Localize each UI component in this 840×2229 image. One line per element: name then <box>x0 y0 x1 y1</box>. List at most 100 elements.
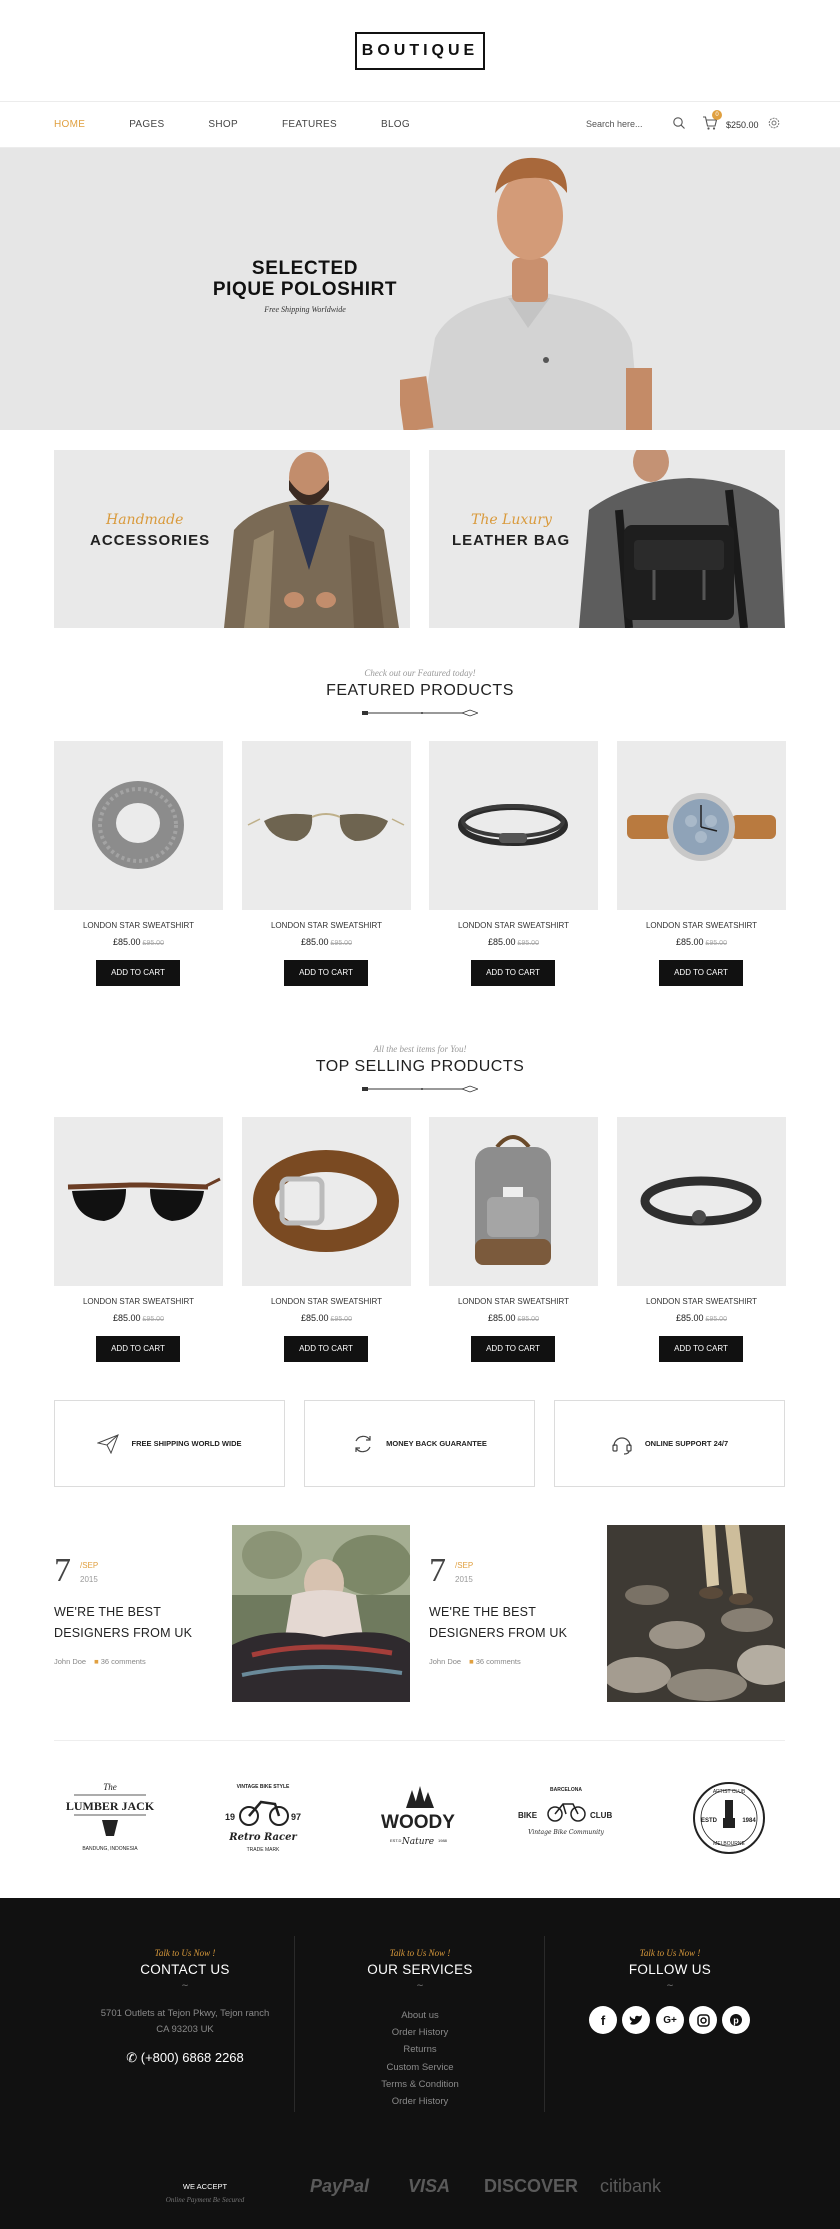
add-to-cart-button[interactable]: ADD TO CART <box>96 960 180 986</box>
brand-retro-name: Retro Racer <box>228 1832 297 1843</box>
product-name[interactable]: LONDON STAR SWEATSHIRT <box>617 1297 786 1306</box>
search-input[interactable]: Search here... <box>586 119 643 129</box>
social-instagram[interactable] <box>689 2006 717 2034</box>
footer-link-order-history-2[interactable]: Order History <box>307 2096 533 2107</box>
brand-retro-bottom: TRADE MARK <box>247 1847 280 1853</box>
nav-item-home[interactable]: HOME <box>54 119 85 130</box>
product-image-scarf[interactable] <box>54 741 223 910</box>
brand-retro-top: VINTAGE BIKE STYLE <box>237 1784 290 1790</box>
hero-title-line-1: SELECTED <box>251 258 359 279</box>
social-pinterest[interactable]: p <box>722 2006 750 2034</box>
add-to-cart-button[interactable]: ADD TO CART <box>659 1336 743 1362</box>
add-to-cart-button[interactable]: ADD TO CART <box>471 960 555 986</box>
blog-image-woman-blanket[interactable] <box>232 1525 410 1702</box>
add-to-cart-button[interactable]: ADD TO CART <box>659 960 743 986</box>
social-facebook[interactable]: f <box>589 2006 617 2034</box>
cart-total[interactable]: $250.00 <box>726 120 759 130</box>
product-price: £85.00 £95.00 <box>617 1313 786 1323</box>
brand-logo-woody[interactable]: WOODY EST.D Nature 1988 <box>370 1778 466 1858</box>
product-image-clubmaster[interactable] <box>54 1117 223 1286</box>
product-image-belt[interactable] <box>242 1117 411 1286</box>
footer-link-terms[interactable]: Terms & Condition <box>307 2079 533 2090</box>
add-to-cart-button[interactable]: ADD TO CART <box>284 1336 368 1362</box>
footer-link-custom-service[interactable]: Custom Service <box>307 2062 533 2073</box>
google-plus-icon: G+ <box>663 2014 677 2026</box>
product-image-aviators[interactable] <box>242 741 411 910</box>
brand-lumber-bottom: BANDUNG, INDONESIA <box>82 1846 138 1852</box>
banner-leather-bag[interactable]: The Luxury LEATHER BAG <box>429 450 785 628</box>
product-image-rope-bracelet[interactable] <box>429 741 598 910</box>
brand-woody-script: Nature <box>401 1837 434 1847</box>
featured-title: FEATURED PRODUCTS <box>326 682 514 699</box>
product-name[interactable]: LONDON STAR SWEATSHIRT <box>242 921 411 930</box>
contact-phone[interactable]: ✆ (+800) 6868 2268 <box>72 2050 298 2066</box>
brand-logo-retro-racer[interactable]: VINTAGE BIKE STYLE 19 97 Retro Racer TRA… <box>215 1778 311 1858</box>
product-name[interactable]: LONDON STAR SWEATSHIRT <box>429 1297 598 1306</box>
add-to-cart-button[interactable]: ADD TO CART <box>284 960 368 986</box>
price-current: £85.00 <box>301 1313 329 1323</box>
facebook-icon: f <box>600 2012 606 2028</box>
brand-bike-script: Vintage Bike Community <box>528 1829 604 1836</box>
brand-logo-artist-club[interactable]: ARTIST CLUB ESTD 1984 MELBOURNE <box>681 1778 777 1858</box>
product-price: £85.00 £95.00 <box>54 937 223 947</box>
nav-item-blog[interactable]: BLOG <box>381 119 410 130</box>
product-price: £85.00 £95.00 <box>242 1313 411 1323</box>
blog-date-year: 2015 <box>455 1575 473 1584</box>
gear-icon[interactable] <box>767 116 781 130</box>
product-name[interactable]: LONDON STAR SWEATSHIRT <box>429 921 598 930</box>
blog-date-month: /SEP <box>80 1561 99 1570</box>
brand-retro-left: 19 <box>225 1812 235 1822</box>
add-to-cart-button[interactable]: ADD TO CART <box>96 1336 180 1362</box>
instagram-icon <box>696 2013 710 2027</box>
product-name[interactable]: LONDON STAR SWEATSHIRT <box>54 1297 223 1306</box>
price-old: £95.00 <box>330 1316 352 1323</box>
feature-label: FREE SHIPPING WORLD WIDE <box>131 1439 242 1448</box>
section-divider-icon <box>362 1085 478 1093</box>
retro-racer-logo: VINTAGE BIKE STYLE 19 97 Retro Racer TRA… <box>225 1784 301 1853</box>
search-icon[interactable] <box>672 116 686 130</box>
banner-accessories[interactable]: Handmade ACCESSORIES <box>54 450 410 628</box>
address-line-1: 5701 Outlets at Tejon Pkwy, Tejon ranch <box>100 2008 270 2019</box>
blog-post-title[interactable]: WE'RE THE BEST DESIGNERS FROM UK <box>54 1602 229 1644</box>
product-image-leather-bracelet[interactable] <box>617 1117 786 1286</box>
payments-label: WE ACCEPT <box>182 2182 228 2191</box>
social-twitter[interactable] <box>622 2006 650 2034</box>
blog-image-rocks-hiker[interactable] <box>607 1525 785 1702</box>
chronograph-watch-image <box>627 793 776 861</box>
hero-banner[interactable]: SELECTED PIQUE POLOSHIRT Free Shipping W… <box>0 148 840 430</box>
product-image-watch[interactable] <box>617 741 786 910</box>
blog-comments[interactable]: 36 comments <box>101 1657 146 1666</box>
social-google-plus[interactable]: G+ <box>656 2006 684 2034</box>
blog-date-day: 7 <box>429 1552 446 1589</box>
footer-link-about[interactable]: About us <box>307 2010 533 2021</box>
nav-item-pages[interactable]: PAGES <box>129 119 164 130</box>
site-logo[interactable]: BOUTIQUE <box>355 32 485 70</box>
blog-author[interactable]: John Doe <box>54 1657 86 1666</box>
product-price: £85.00 £95.00 <box>54 1313 223 1323</box>
brand-logo-bike-club[interactable]: BARCELONA BIKE CLUB Vintage Bike Communi… <box>518 1778 614 1858</box>
add-to-cart-button[interactable]: ADD TO CART <box>471 1336 555 1362</box>
footer-link-order-history[interactable]: Order History <box>307 2027 533 2038</box>
price-current: £85.00 <box>676 1313 704 1323</box>
brands-divider <box>54 1740 785 1741</box>
blog-author[interactable]: John Doe <box>429 1657 461 1666</box>
brand-bike-top: BARCELONA <box>550 1787 582 1793</box>
product-name[interactable]: LONDON STAR SWEATSHIRT <box>242 1297 411 1306</box>
product-price: £85.00 £95.00 <box>429 937 598 947</box>
blog-comments[interactable]: 36 comments <box>476 1657 521 1666</box>
brand-logo-lumber-jack[interactable]: The LUMBER JACK BANDUNG, INDONESIA <box>62 1778 158 1858</box>
nav-item-shop[interactable]: SHOP <box>208 119 238 130</box>
brand-bike-left: BIKE <box>518 1811 538 1820</box>
product-name[interactable]: LONDON STAR SWEATSHIRT <box>617 921 786 930</box>
twitter-icon <box>629 2015 642 2025</box>
nav-item-features[interactable]: FEATURES <box>282 119 337 130</box>
footer-column-divider <box>294 1936 295 2112</box>
product-image-backpack[interactable] <box>429 1117 598 1286</box>
leather-bag-model-image <box>579 450 785 628</box>
feature-label: MONEY BACK GUARANTEE <box>386 1439 487 1448</box>
comment-icon: ■ <box>94 1657 99 1666</box>
product-name[interactable]: LONDON STAR SWEATSHIRT <box>54 921 223 930</box>
brand-retro-right: 97 <box>291 1812 301 1822</box>
blog-post-title[interactable]: WE'RE THE BEST DESIGNERS FROM UK <box>429 1602 604 1644</box>
footer-link-returns[interactable]: Returns <box>307 2044 533 2055</box>
